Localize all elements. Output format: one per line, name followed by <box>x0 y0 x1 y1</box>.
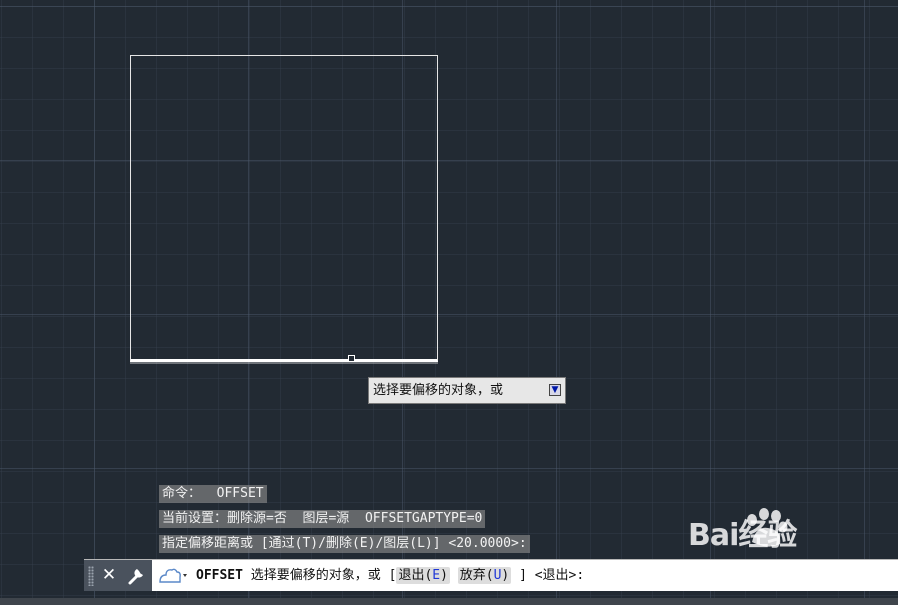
selection-pickbox <box>348 355 355 362</box>
history-line: 当前设置：删除源=否 图层=源 OFFSETGAPTYPE=0 <box>159 510 486 528</box>
history-line: 命令： OFFSET <box>159 485 267 503</box>
command-line-bar[interactable]: ✕ OFFSET 选择要偏移的对象，或 [退出(E) 放弃(U) ] <退出>: <box>84 559 898 591</box>
square-rectangle[interactable] <box>130 55 438 362</box>
command-prompt[interactable]: OFFSET 选择要偏移的对象，或 [退出(E) 放弃(U) ] <退出>: <box>196 560 584 591</box>
grip-icon[interactable] <box>88 566 94 586</box>
close-icon[interactable]: ✕ <box>98 564 120 586</box>
drawing-canvas[interactable]: 选择要偏移的对象，或 ▼ 命令： OFFSET 当前设置：删除源=否 图层=源 … <box>0 0 898 598</box>
option-exit[interactable]: 退出(E) <box>396 567 450 584</box>
wrench-icon[interactable] <box>124 564 148 586</box>
status-strip <box>0 598 898 605</box>
tooltip-text: 选择要偏移的对象，或 <box>373 383 504 398</box>
option-undo[interactable]: 放弃(U) <box>457 567 512 584</box>
command-name: OFFSET <box>196 568 243 583</box>
down-arrow-icon[interactable]: ▼ <box>549 384 561 396</box>
prompt-text: 选择要偏移的对象，或 [ <box>250 568 397 583</box>
command-line-controls: ✕ <box>84 560 152 591</box>
recent-commands-icon[interactable] <box>156 564 190 588</box>
prompt-tail: ] <退出>: <box>519 568 585 583</box>
prompt-tooltip: 选择要偏移的对象，或 ▼ <box>368 377 566 404</box>
history-line: 指定偏移距离或 [通过(T)/删除(E)/图层(L)] <20.0000>: <box>159 535 530 553</box>
